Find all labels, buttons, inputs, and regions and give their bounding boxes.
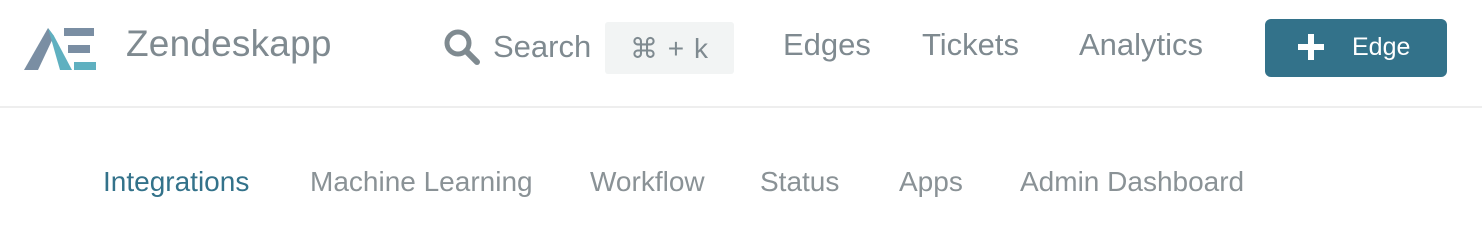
add-edge-label: Edge — [1352, 33, 1411, 61]
tab-machine-learning[interactable]: Machine Learning — [310, 166, 533, 198]
nav-edges[interactable]: Edges — [783, 27, 871, 63]
tab-admin-dashboard[interactable]: Admin Dashboard — [1020, 166, 1244, 198]
tab-status[interactable]: Status — [760, 166, 839, 198]
brand-name[interactable]: Zendeskapp — [126, 23, 332, 65]
tab-workflow[interactable]: Workflow — [590, 166, 705, 198]
add-edge-button[interactable]: Edge — [1265, 19, 1447, 77]
top-navbar: Zendeskapp Search ⌘ + k Edges Tickets An… — [0, 0, 1482, 108]
tab-integrations[interactable]: Integrations — [103, 166, 249, 198]
search-trigger[interactable]: Search — [443, 20, 591, 74]
search-icon — [444, 29, 480, 65]
secondary-tabs: Integrations Machine Learning Workflow S… — [0, 160, 1482, 210]
ae-logo-icon[interactable] — [24, 28, 96, 70]
nav-tickets[interactable]: Tickets — [922, 27, 1019, 63]
tab-apps[interactable]: Apps — [899, 166, 963, 198]
search-label: Search — [493, 29, 592, 64]
nav-analytics[interactable]: Analytics — [1079, 27, 1203, 63]
plus-icon — [1298, 34, 1324, 60]
search-shortcut-hint: ⌘ + k — [605, 22, 734, 74]
